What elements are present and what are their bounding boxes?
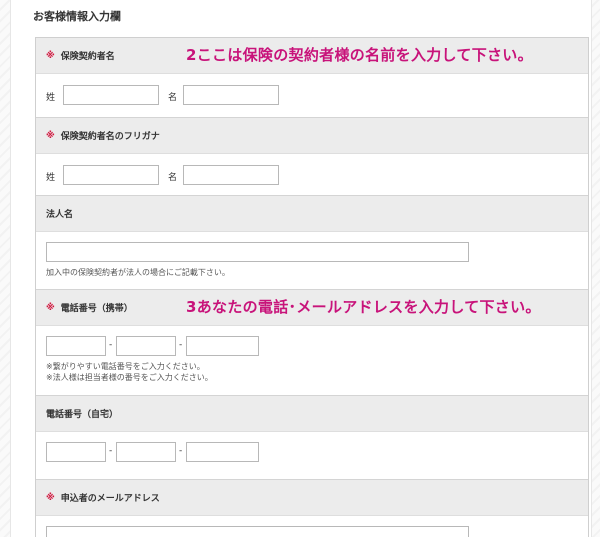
last-name-label: 姓 xyxy=(46,93,56,103)
home-part2-input[interactable] xyxy=(116,442,176,462)
required-mark: ※ xyxy=(46,50,55,61)
field-label-email: 申込者のメールアドレス xyxy=(60,494,160,504)
row-header-company: 法人名 xyxy=(36,196,588,232)
first-name-input[interactable] xyxy=(183,85,279,105)
separator: - xyxy=(109,446,113,456)
field-label-home-phone: 電話番号（自宅） xyxy=(46,410,119,420)
section-title: お客様情報入力欄 xyxy=(33,10,121,23)
separator: - xyxy=(179,340,183,350)
home-part1-input[interactable] xyxy=(46,442,106,462)
row-header-email: ※ 申込者のメールアドレス xyxy=(36,480,588,516)
company-name-input[interactable] xyxy=(46,242,469,262)
first-name-kana-input[interactable] xyxy=(183,165,279,185)
row-body-email xyxy=(36,516,588,537)
home-part3-input[interactable] xyxy=(186,442,259,462)
last-name-kana-input[interactable] xyxy=(63,165,159,185)
customer-form: ※ 保険契約者名 2ここは保険の契約者様の名前を入力して下さい。 姓 名 ※ 保… xyxy=(35,37,589,537)
last-name-input[interactable] xyxy=(63,85,159,105)
mobile-part1-input[interactable] xyxy=(46,336,106,356)
mobile-note-2: ※法人様は担当者様の番号をご入力ください。 xyxy=(46,373,213,382)
company-note: 加入中の保険契約者が法人の場合にご記載下さい。 xyxy=(46,268,230,277)
first-name-label: 名 xyxy=(168,93,178,103)
required-mark: ※ xyxy=(46,130,55,141)
mobile-part2-input[interactable] xyxy=(116,336,176,356)
last-name-kana-label: 姓 xyxy=(46,173,56,183)
form-panel: お客様情報入力欄 ※ 保険契約者名 2ここは保険の契約者様の名前を入力して下さい… xyxy=(10,0,592,537)
separator: - xyxy=(109,340,113,350)
mobile-note-1: ※繋がりやすい電話番号をご入力ください。 xyxy=(46,362,205,371)
row-body-company: 加入中の保険契約者が法人の場合にご記載下さい。 xyxy=(36,232,588,290)
row-body-home-phone: - - xyxy=(36,432,588,480)
field-label-mobile: 電話番号（携帯） xyxy=(60,304,133,314)
annotation-mobile: 3あなたの電話･メールアドレスを入力して下さい。 xyxy=(186,298,541,316)
row-header-contract-name: ※ 保険契約者名 2ここは保険の契約者様の名前を入力して下さい。 xyxy=(36,38,588,74)
row-header-furigana: ※ 保険契約者名のフリガナ xyxy=(36,118,588,154)
first-name-kana-label: 名 xyxy=(168,173,178,183)
separator: - xyxy=(179,446,183,456)
annotation-contract-name: 2ここは保険の契約者様の名前を入力して下さい。 xyxy=(186,46,533,64)
required-mark: ※ xyxy=(46,302,55,313)
row-body-contract-name: 姓 名 xyxy=(36,74,588,118)
row-header-mobile: ※ 電話番号（携帯） 3あなたの電話･メールアドレスを入力して下さい。 xyxy=(36,290,588,326)
row-body-mobile: - - ※繋がりやすい電話番号をご入力ください。 ※法人様は担当者様の番号をご入… xyxy=(36,326,588,396)
row-header-home-phone: 電話番号（自宅） xyxy=(36,396,588,432)
row-body-furigana: 姓 名 xyxy=(36,154,588,196)
field-label-furigana: 保険契約者名のフリガナ xyxy=(60,132,160,142)
mobile-part3-input[interactable] xyxy=(186,336,259,356)
field-label-company: 法人名 xyxy=(46,210,74,220)
email-input[interactable] xyxy=(46,526,469,537)
required-mark: ※ xyxy=(46,492,55,503)
field-label-contract-name: 保険契約者名 xyxy=(60,52,115,62)
